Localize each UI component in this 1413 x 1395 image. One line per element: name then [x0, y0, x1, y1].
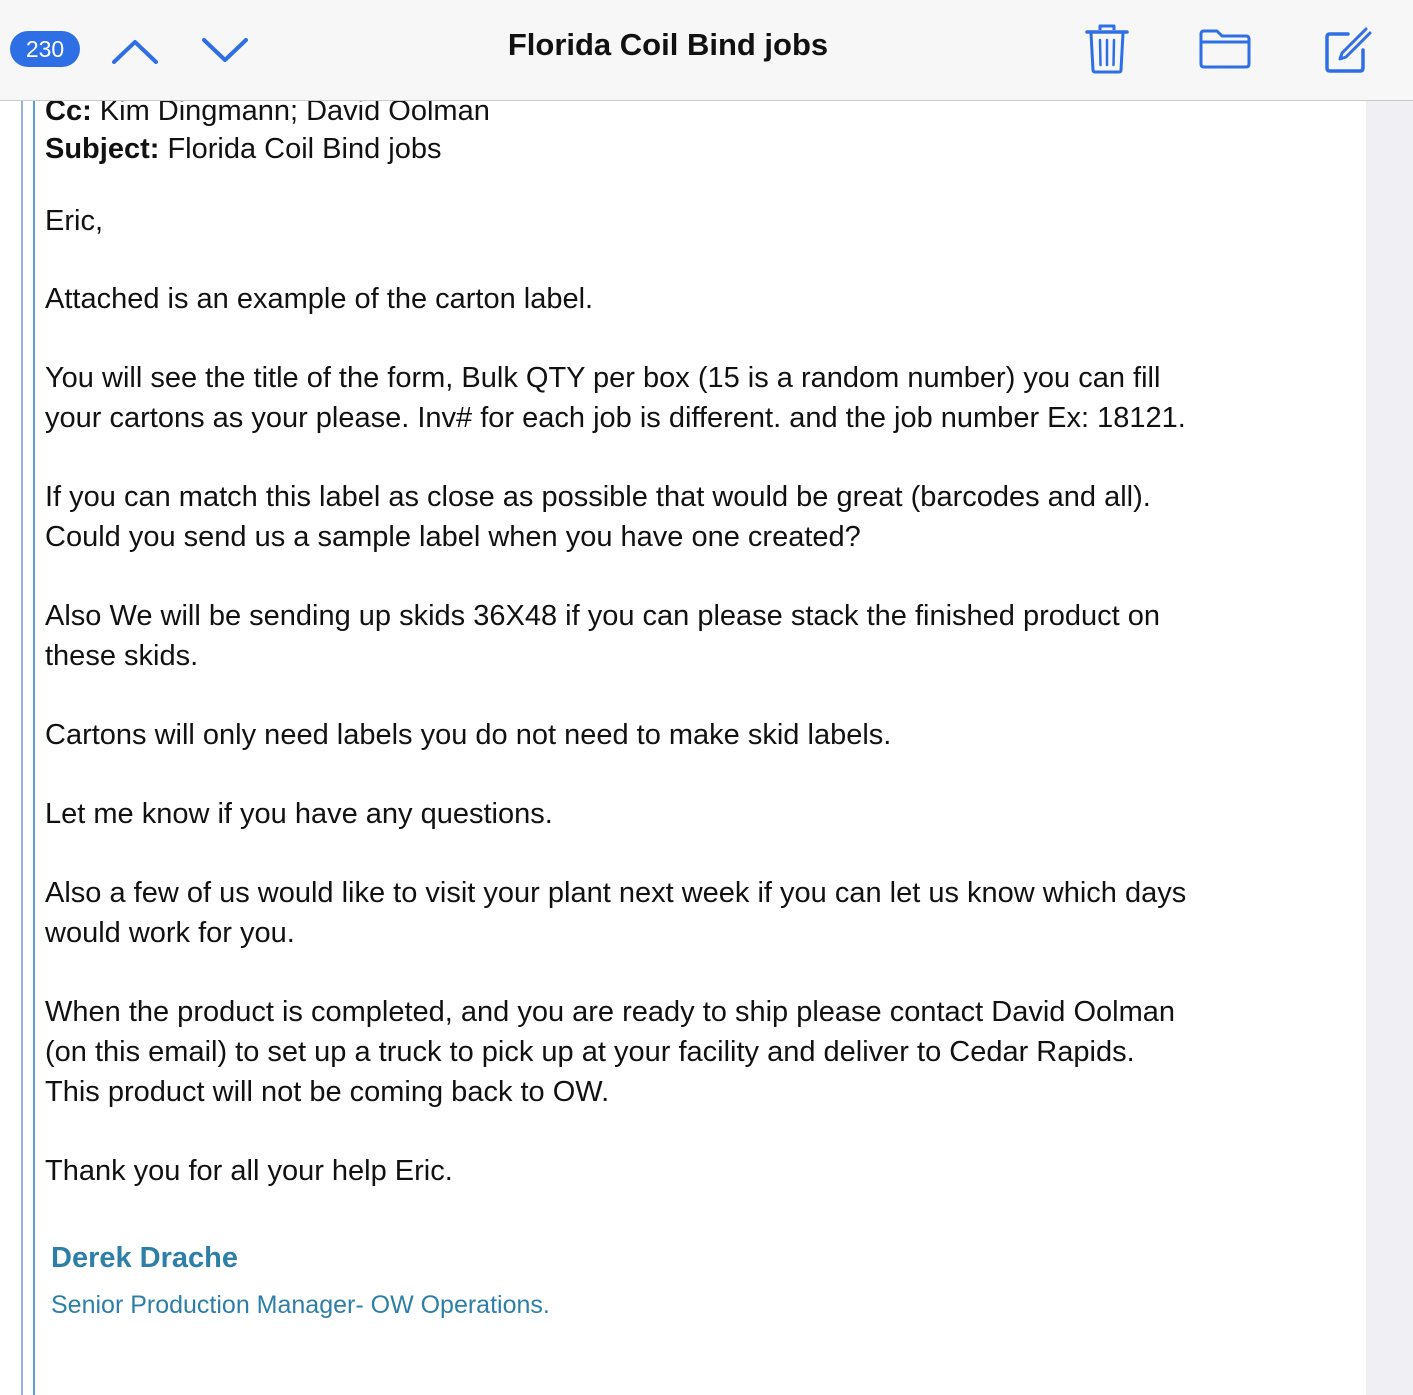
paragraph-skids: Also We will be sending up skids 36X48 i…: [45, 600, 1161, 672]
trash-icon[interactable]: [1085, 24, 1129, 74]
unread-count-badge[interactable]: 230: [10, 31, 80, 67]
compose-icon[interactable]: [1322, 26, 1372, 74]
right-margin: [1366, 100, 1413, 1395]
paragraph-carton-labels: Cartons will only need labels you do not…: [45, 719, 892, 751]
email-content: Cc: Kim Dingmann; David Oolman Subject: …: [45, 100, 1345, 1191]
paragraph-form-details: You will see the title of the form, Bulk…: [45, 362, 1186, 434]
paragraph-match-label: If you can match this label as close as …: [45, 481, 1151, 553]
chevron-up-icon[interactable]: [110, 36, 160, 66]
paragraph-visit: Also a few of us would like to visit you…: [45, 877, 1187, 949]
signature-name: Derek Drache: [51, 1242, 238, 1274]
cc-value: Kim Dingmann; David Oolman: [99, 100, 490, 127]
greeting: Eric,: [45, 205, 103, 237]
subject-label: Subject:: [45, 133, 160, 165]
message-title: Florida Coil Bind jobs: [507, 27, 829, 62]
quote-border-inner: [33, 100, 35, 1395]
subject-value: Florida Coil Bind jobs: [167, 133, 442, 165]
paragraph-shipping: When the product is completed, and you a…: [45, 996, 1176, 1108]
paragraph-attachment: Attached is an example of the carton lab…: [45, 283, 594, 315]
quote-border: [21, 100, 23, 1395]
signature-title: Senior Production Manager- OW Operations…: [51, 1291, 550, 1319]
subject-line: Subject: Florida Coil Bind jobs: [45, 130, 1345, 168]
folder-icon[interactable]: [1198, 28, 1252, 70]
cc-line: Cc: Kim Dingmann; David Oolman: [45, 100, 1345, 130]
cc-label: Cc:: [45, 100, 92, 127]
chevron-down-icon[interactable]: [200, 36, 250, 66]
toolbar: 230 Florida Coil Bind jobs: [0, 0, 1413, 101]
message-body: Cc: Kim Dingmann; David Oolman Subject: …: [0, 100, 1366, 1395]
paragraph-questions: Let me know if you have any questions.: [45, 798, 553, 830]
paragraph-thanks: Thank you for all your help Eric.: [45, 1155, 453, 1187]
